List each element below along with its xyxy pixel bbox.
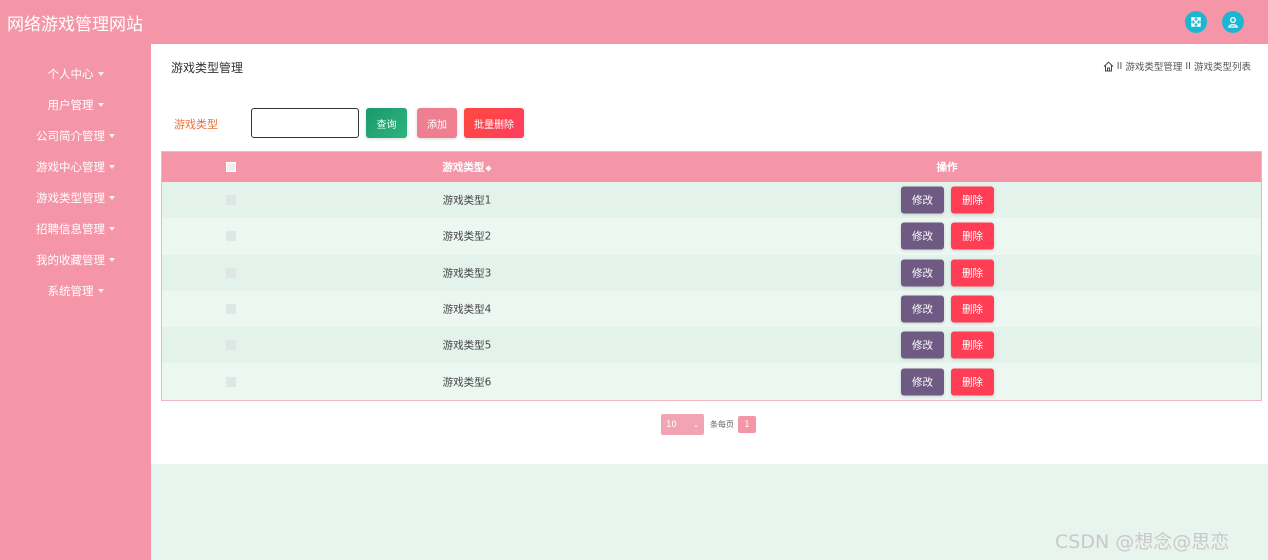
- breadcrumb-separator: II: [1116, 60, 1123, 72]
- table-row: 游戏类型5 修改 删除: [162, 327, 1261, 364]
- caret-down-icon: [97, 103, 104, 107]
- table-row: 游戏类型2 修改 删除: [162, 218, 1261, 255]
- delete-button[interactable]: 删除: [951, 186, 994, 214]
- edit-button[interactable]: 修改: [901, 222, 944, 250]
- sidebar-item-label: 公司简介管理: [36, 129, 105, 143]
- sidebar-item-label: 用户管理: [47, 98, 94, 112]
- caret-down-icon: [109, 258, 115, 262]
- sidebar-item-recruitment[interactable]: 招聘信息管理: [0, 217, 151, 241]
- row-checkbox[interactable]: [226, 231, 236, 242]
- app-title: 网络游戏管理网站: [7, 15, 143, 35]
- edit-button[interactable]: 修改: [901, 186, 944, 214]
- sidebar-item-label: 个人中心: [47, 67, 94, 81]
- game-type-name: 游戏类型5: [442, 339, 492, 352]
- column-header-actions: 操作: [936, 161, 958, 174]
- search-button[interactable]: 查询: [366, 108, 407, 138]
- filter-label: 游戏类型: [174, 118, 218, 131]
- batch-delete-button[interactable]: 批量删除: [464, 108, 524, 138]
- edit-button[interactable]: 修改: [901, 259, 944, 287]
- column-header-game-type[interactable]: 游戏类型◆: [392, 160, 542, 175]
- game-type-search-input[interactable]: [251, 108, 359, 138]
- sidebar-item-label: 我的收藏管理: [36, 253, 105, 267]
- fullscreen-button[interactable]: [1185, 11, 1207, 33]
- add-button[interactable]: 添加: [417, 108, 457, 138]
- row-checkbox[interactable]: [226, 267, 236, 278]
- select-all-checkbox[interactable]: [226, 162, 236, 172]
- page-title: 游戏类型管理: [171, 61, 244, 75]
- delete-button[interactable]: 删除: [951, 368, 994, 396]
- user-button[interactable]: [1222, 11, 1244, 33]
- table-row: 游戏类型6 修改 删除: [162, 363, 1261, 400]
- sidebar-item-company[interactable]: 公司简介管理: [0, 124, 151, 148]
- breadcrumb: II 游戏类型管理 II 游戏类型列表: [1103, 59, 1251, 73]
- caret-down-icon: [109, 196, 115, 200]
- caret-down-icon: [109, 165, 115, 169]
- sidebar-item-label: 招聘信息管理: [36, 222, 105, 236]
- breadcrumb-item-current: 游戏类型列表: [1193, 62, 1251, 73]
- sidebar-item-game-center[interactable]: 游戏中心管理: [0, 155, 151, 179]
- row-checkbox[interactable]: [226, 340, 236, 351]
- edit-button[interactable]: 修改: [901, 295, 944, 323]
- sidebar-item-profile[interactable]: 个人中心: [0, 62, 151, 86]
- row-checkbox[interactable]: [226, 195, 236, 206]
- user-icon: [1228, 17, 1238, 28]
- table-row: 游戏类型3 修改 删除: [162, 254, 1261, 291]
- breadcrumb-item-game-types[interactable]: 游戏类型管理: [1125, 59, 1182, 73]
- caret-down-icon: [97, 289, 104, 293]
- sidebar-item-label: 游戏类型管理: [36, 191, 105, 205]
- game-type-name: 游戏类型2: [442, 230, 492, 243]
- caret-down-icon: [109, 227, 115, 231]
- sidebar-item-label: 游戏中心管理: [36, 160, 105, 174]
- game-type-table: 游戏类型◆ 操作 游戏类型1 修改 删除 游戏类型2 修改 删除 游戏类型3 修…: [161, 151, 1262, 401]
- table-row: 游戏类型4 修改 删除: [162, 290, 1261, 328]
- caret-down-icon: [97, 72, 104, 76]
- table-header: 游戏类型◆ 操作: [162, 152, 1261, 182]
- sort-icon: ◆: [485, 163, 492, 173]
- delete-button[interactable]: 删除: [951, 331, 994, 359]
- game-type-name: 游戏类型6: [442, 376, 492, 389]
- sidebar-item-favorites[interactable]: 我的收藏管理: [0, 248, 151, 272]
- sidebar-item-users[interactable]: 用户管理: [0, 93, 151, 117]
- row-checkbox[interactable]: [226, 376, 236, 387]
- edit-button[interactable]: 修改: [901, 368, 944, 396]
- sidebar-item-label: 系统管理: [47, 284, 94, 298]
- game-type-name: 游戏类型4: [442, 303, 492, 316]
- delete-button[interactable]: 删除: [951, 295, 994, 323]
- row-checkbox[interactable]: [226, 304, 236, 315]
- game-type-name: 游戏类型3: [442, 267, 492, 280]
- pagination: 10 ⌄ 条每页 1: [661, 414, 756, 435]
- page-number-current[interactable]: 1: [738, 416, 756, 433]
- sidebar: 个人中心 用户管理 公司简介管理 游戏中心管理 游戏类型管理 招聘信息管理 我的…: [0, 44, 151, 560]
- per-page-label: 条每页: [710, 420, 734, 429]
- delete-button[interactable]: 删除: [951, 222, 994, 250]
- edit-button[interactable]: 修改: [901, 331, 944, 359]
- main-panel: 游戏类型管理 II 游戏类型管理 II 游戏类型列表 游戏类型 查询 添加 批量…: [151, 44, 1268, 464]
- page-size-value: 10: [666, 419, 677, 430]
- breadcrumb-separator: II: [1185, 60, 1191, 72]
- home-icon[interactable]: [1103, 61, 1114, 72]
- game-type-name: 游戏类型1: [442, 194, 492, 207]
- top-bar: 网络游戏管理网站: [0, 0, 1268, 44]
- table-row: 游戏类型1 修改 删除: [162, 182, 1261, 219]
- delete-button[interactable]: 删除: [951, 259, 994, 287]
- caret-down-icon: [109, 134, 115, 138]
- fullscreen-icon: [1191, 17, 1201, 27]
- sidebar-item-game-types[interactable]: 游戏类型管理: [0, 186, 151, 210]
- watermark: CSDN @想念@思恋: [1055, 531, 1230, 553]
- column-header-label: 游戏类型: [442, 161, 485, 174]
- sidebar-item-system[interactable]: 系统管理: [0, 279, 151, 303]
- page-size-select[interactable]: 10 ⌄: [661, 414, 704, 435]
- chevron-down-icon: ⌄: [693, 420, 699, 429]
